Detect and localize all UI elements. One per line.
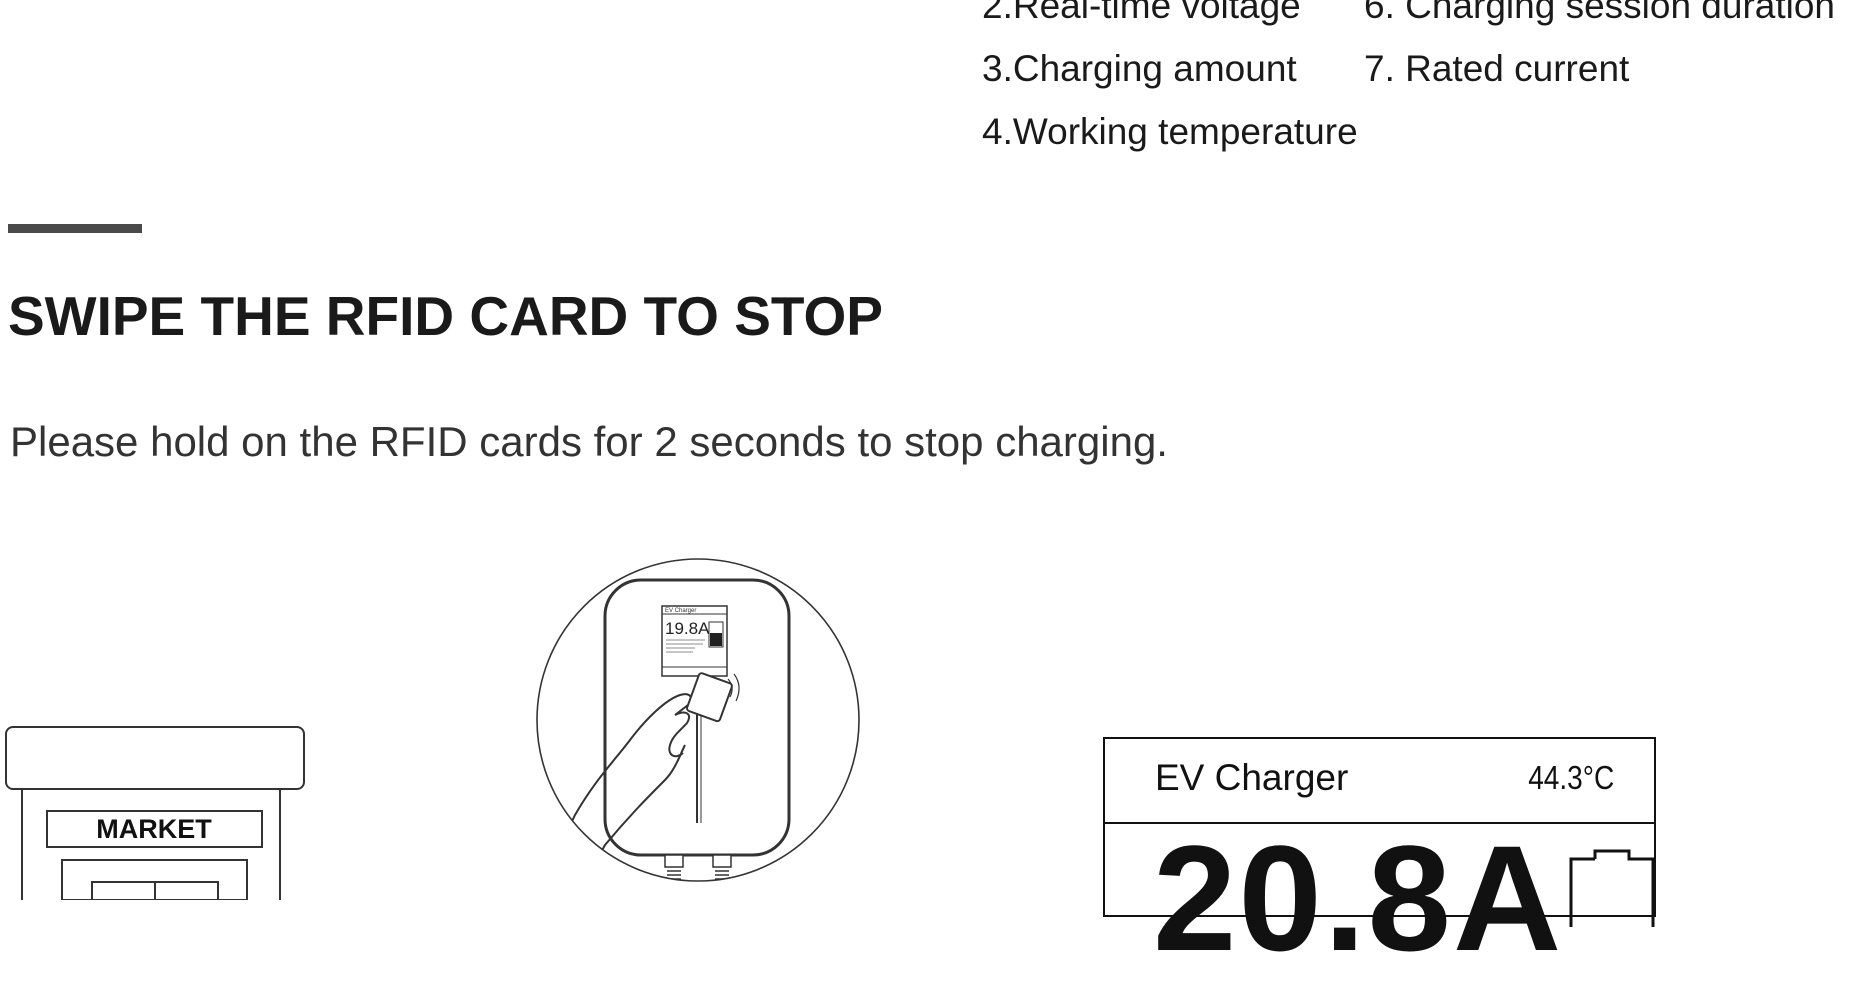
market-illustration: MARKET	[5, 726, 305, 900]
feature-item: 6. Charging session duration	[1364, 0, 1836, 26]
display-panel-temperature: 44.3°C	[1527, 759, 1614, 796]
display-panel-title: EV Charger	[1155, 757, 1349, 798]
charger-screen-current: 19.8A	[665, 619, 710, 638]
feature-row: 4.Working temperature	[982, 100, 1835, 163]
feature-item: 7. Rated current	[1364, 48, 1630, 89]
section-title: SWIPE THE RFID CARD TO STOP	[8, 285, 883, 347]
feature-list: 2.Real-time voltage 6. Charging session …	[982, 0, 1835, 163]
feature-row: 3.Charging amount 7. Rated current	[982, 37, 1835, 100]
charger-closeup-illustration: EV Charger 19.8A	[536, 558, 860, 882]
section-accent-bar	[8, 224, 142, 233]
instruction-text: Please hold on the RFID cards for 2 seco…	[10, 418, 1168, 465]
feature-item: 4.Working temperature	[982, 111, 1358, 152]
charger-screen-title: EV Charger	[665, 608, 696, 614]
display-panel: EV Charger 44.3°C 20.8A	[1103, 737, 1656, 973]
market-roof	[5, 726, 305, 790]
market-sign-label: MARKET	[96, 814, 212, 844]
feature-item: 2.Real-time voltage	[982, 0, 1301, 26]
feature-item: 3.Charging amount	[982, 48, 1297, 89]
display-panel-current: 20.8A	[1153, 814, 1564, 982]
feature-row: 2.Real-time voltage 6. Charging session …	[982, 0, 1835, 37]
battery-icon	[1569, 849, 1655, 927]
display-panel-header: EV Charger 44.3°C	[1105, 739, 1654, 824]
